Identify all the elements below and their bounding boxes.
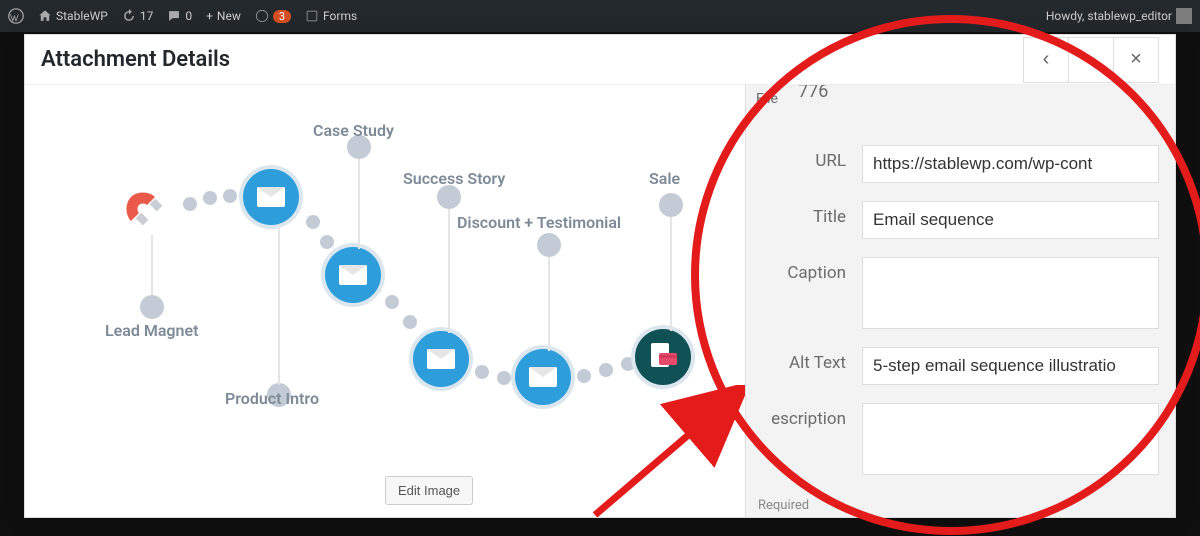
email-node-3 [413, 331, 469, 387]
prev-attachment-button[interactable]: ‹ [1023, 37, 1069, 83]
path-dot [385, 295, 399, 309]
envelope-icon [257, 187, 285, 207]
path-dot [320, 235, 334, 249]
description-field[interactable] [862, 403, 1159, 475]
alt-text-label: Alt Text [762, 347, 862, 373]
new-content-link[interactable]: + New [206, 9, 241, 23]
stem-line [670, 217, 672, 331]
stem-line [358, 159, 360, 249]
description-label: escription [762, 403, 862, 429]
email-node-4 [515, 349, 571, 405]
url-field[interactable] [862, 145, 1159, 183]
howdy-label: Howdy, stablewp_editor [1046, 9, 1172, 23]
envelope-icon [529, 367, 557, 387]
modal-nav: ‹ › × [1024, 37, 1159, 83]
caption-label: Caption [762, 257, 862, 283]
new-label: New [217, 9, 241, 23]
envelope-icon [339, 265, 367, 285]
attachment-sidebar: 776 File URL Title Caption Alt Text escr… [745, 85, 1175, 517]
wp-logo[interactable] [8, 8, 24, 24]
label-product-intro: Product Intro [225, 389, 319, 408]
label-case-study: Case Study [313, 121, 394, 140]
path-dot [306, 215, 320, 229]
path-dot [599, 363, 613, 377]
modal-header: Attachment Details ‹ › × [25, 35, 1175, 85]
modal-title: Attachment Details [41, 47, 230, 72]
howdy-link[interactable]: Howdy, stablewp_editor [1046, 8, 1192, 24]
url-label: URL [762, 145, 862, 171]
alt-text-field[interactable] [862, 347, 1159, 385]
avatar [1176, 8, 1192, 24]
envelope-icon [427, 349, 455, 369]
stem-line [151, 235, 153, 295]
email-node-1 [243, 169, 299, 225]
label-lead-magnet: Lead Magnet [105, 321, 198, 340]
forms-link[interactable]: Forms [305, 9, 357, 23]
email-node-2 [325, 247, 381, 303]
stem-dot [659, 193, 683, 217]
caption-field[interactable] [862, 257, 1159, 329]
path-dot [203, 191, 217, 205]
site-name-link[interactable]: StableWP [38, 9, 108, 23]
stem-dot [140, 295, 164, 319]
path-dot [403, 315, 417, 329]
path-dot [475, 365, 489, 379]
plus-icon: + [206, 9, 213, 23]
updates-count: 17 [140, 9, 154, 23]
path-dot [577, 369, 591, 383]
path-dot [497, 371, 511, 385]
attachment-details-modal: Attachment Details ‹ › × [24, 34, 1176, 518]
label-discount-testimonial: Discount + Testimonial [457, 213, 621, 232]
title-label: Title [762, 201, 862, 227]
meta-file-label: File [756, 91, 778, 107]
required-hint: Required [758, 498, 809, 513]
title-field[interactable] [862, 201, 1159, 239]
site-name-label: StableWP [56, 9, 108, 23]
stem-line [548, 257, 550, 351]
meta-dimensions-fragment: 776 [798, 85, 828, 102]
sale-node [635, 329, 691, 385]
close-modal-button[interactable]: × [1113, 37, 1159, 83]
magnet-icon [117, 181, 173, 237]
stem-dot [437, 185, 461, 209]
media-preview: Lead Magnet Case Study Product Intro Suc… [25, 85, 745, 517]
path-dot [621, 357, 635, 371]
stem-line [448, 209, 450, 333]
comments-count: 0 [185, 9, 192, 23]
stem-line [278, 225, 280, 385]
stem-dot [537, 233, 561, 257]
label-success-story: Success Story [403, 169, 505, 188]
forms-label: Forms [323, 9, 357, 23]
comments-link[interactable]: 0 [167, 9, 192, 23]
notification-badge-item[interactable]: 3 [255, 9, 291, 23]
path-dot [223, 189, 237, 203]
edit-image-button[interactable]: Edit Image [385, 476, 473, 505]
wp-admin-bar: StableWP 17 0 + New 3 Forms Howdy, stabl… [0, 0, 1200, 32]
updates-link[interactable]: 17 [122, 9, 154, 23]
next-attachment-button[interactable]: › [1068, 37, 1114, 83]
notification-count: 3 [273, 10, 291, 23]
label-sale: Sale [649, 169, 680, 188]
path-dot [183, 197, 197, 211]
